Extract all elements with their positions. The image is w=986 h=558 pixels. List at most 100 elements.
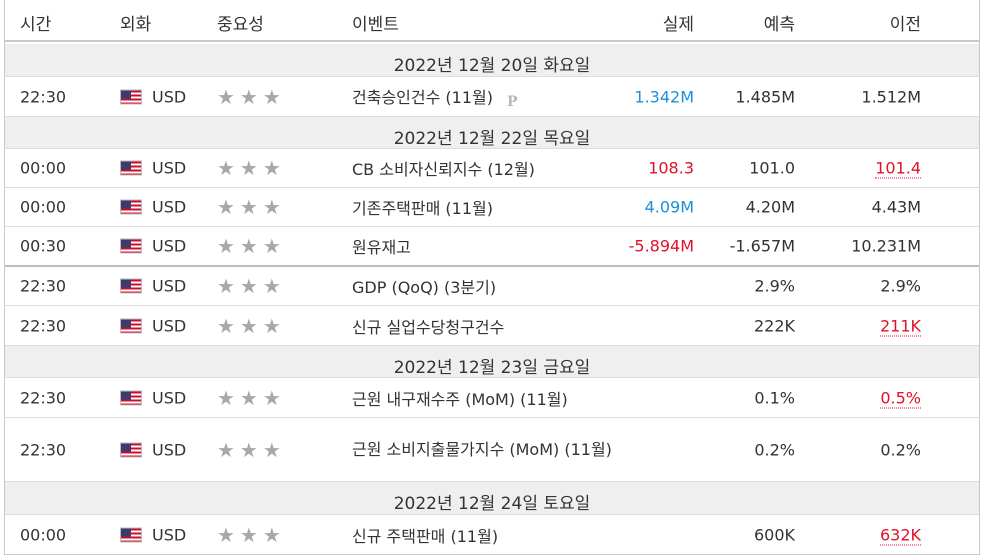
currency-code: USD	[152, 276, 187, 296]
event-time: 22:30	[20, 440, 67, 459]
date-label: 2022년 12월 24일 토요일	[393, 494, 591, 514]
event-name[interactable]: CB 소비자신뢰지수 (12월)	[352, 156, 535, 180]
us-flag-icon	[120, 89, 142, 104]
previous-revised-value: 101.4	[875, 158, 921, 179]
currency: USD	[120, 440, 186, 459]
forecast-value: 4.20M	[745, 197, 795, 217]
economic-calendar-table: 시간 외화 중요성 이벤트 실제 예측 이전 2022년 12월 20일 화요일…	[4, 0, 980, 555]
previous-revised-value: 632K	[879, 525, 921, 545]
event-name[interactable]: 건축승인건수 (11월) P	[352, 84, 518, 110]
event-time: 00:00	[20, 197, 67, 217]
currency: USD	[120, 159, 186, 178]
importance-stars-icon: ★★★	[217, 84, 286, 109]
us-flag-icon	[120, 318, 142, 333]
forecast-value: -1.657M	[729, 236, 795, 256]
importance-stars-icon: ★★★	[217, 313, 286, 338]
table-row[interactable]: 22:30 USD ★★★ 근원 소비지출물가지수 (MoM) (11월) 0.…	[5, 418, 979, 482]
us-flag-icon	[120, 442, 142, 457]
header-event[interactable]: 이벤트	[352, 10, 399, 35]
table-row[interactable]: 22:30 USD ★★★ 근원 내구재수주 (MoM) (11월) 0.1% …	[5, 378, 979, 418]
previous-value: 101.4	[875, 158, 921, 179]
event-time: 00:00	[20, 525, 67, 544]
us-flag-icon	[120, 390, 142, 405]
header-currency[interactable]: 외화	[120, 10, 151, 35]
event-time: 22:30	[20, 388, 67, 407]
us-flag-icon	[120, 199, 142, 215]
actual-value: 108.3	[648, 158, 694, 178]
event-time: 00:30	[20, 236, 67, 256]
table-row[interactable]: 00:30 USD ★★★ 원유재고 -5.894M -1.657M 10.23…	[5, 227, 979, 267]
actual-value: 4.09M	[644, 197, 694, 217]
forecast-value: 0.2%	[754, 440, 795, 459]
previous-revised-value: 0.5%	[880, 388, 921, 408]
importance-stars-icon: ★★★	[217, 195, 286, 219]
us-flag-icon	[120, 160, 142, 176]
importance-stars-icon: ★★★	[217, 385, 286, 410]
event-name[interactable]: 근원 소비지출물가지수 (MoM) (11월)	[352, 436, 612, 464]
event-name[interactable]: 원유재고	[352, 234, 411, 258]
importance-stars-icon: ★★★	[217, 437, 286, 462]
importance-stars-icon: ★★★	[217, 234, 286, 258]
currency: USD	[120, 388, 186, 407]
importance-stars-icon: ★★★	[217, 522, 286, 547]
table-row[interactable]: 22:30 USD ★★★ GDP (QoQ) (3분기) 2.9% 2.9%	[5, 267, 979, 306]
currency-code: USD	[152, 158, 187, 178]
forecast-value: 0.1%	[754, 388, 795, 407]
previous-value: 632K	[879, 525, 921, 545]
event-name[interactable]: 신규 실업수당청구건수	[352, 314, 504, 338]
forecast-value: 1.485M	[735, 87, 795, 106]
currency-code: USD	[152, 388, 187, 407]
us-flag-icon	[120, 278, 142, 294]
event-name[interactable]: 근원 내구재수주 (MoM) (11월)	[352, 386, 568, 410]
header-importance[interactable]: 중요성	[217, 10, 264, 35]
date-label: 2022년 12월 23일 금요일	[393, 358, 591, 378]
actual-value: 1.342M	[634, 87, 694, 106]
currency: USD	[120, 316, 186, 335]
header-previous[interactable]: 이전	[890, 10, 921, 35]
previous-value: 1.512M	[861, 87, 921, 106]
forecast-value: 222K	[753, 316, 795, 335]
importance-stars-icon: ★★★	[217, 274, 286, 298]
currency-code: USD	[152, 236, 187, 256]
event-time: 00:00	[20, 158, 67, 178]
date-label: 2022년 12월 22일 목요일	[393, 129, 591, 149]
date-divider: 2022년 12월 20일 화요일	[5, 44, 979, 77]
event-name[interactable]: 신규 주택판매 (11월)	[352, 523, 498, 547]
table-row[interactable]: 00:00 USD ★★★ CB 소비자신뢰지수 (12월) 108.3 101…	[5, 149, 979, 188]
us-flag-icon	[120, 527, 142, 542]
header-actual[interactable]: 실제	[663, 10, 694, 35]
previous-value: 211K	[879, 316, 921, 336]
event-name[interactable]: 기존주택판매 (11월)	[352, 195, 493, 219]
currency-code: USD	[152, 525, 187, 544]
table-row[interactable]: 22:30 USD ★★★ 신규 실업수당청구건수 222K 211K	[5, 306, 979, 346]
previous-value: 10.231M	[851, 236, 921, 256]
event-time: 22:30	[20, 87, 67, 106]
forecast-value: 2.9%	[754, 276, 795, 296]
event-time: 22:30	[20, 276, 67, 296]
header-time[interactable]: 시간	[20, 10, 51, 35]
currency: USD	[120, 87, 186, 106]
table-row[interactable]: 22:30 USD ★★★ 건축승인건수 (11월) P 1.342M 1.485…	[5, 77, 979, 117]
date-label: 2022년 12월 20일 화요일	[393, 56, 591, 76]
preliminary-p-icon: P	[506, 93, 518, 110]
currency: USD	[120, 198, 186, 217]
event-name-text: 건축승인건수 (11월)	[352, 87, 493, 107]
previous-value: 0.5%	[880, 388, 921, 408]
us-flag-icon	[120, 238, 142, 254]
event-time: 22:30	[20, 316, 67, 335]
date-divider: 2022년 12월 23일 금요일	[5, 346, 979, 378]
table-header: 시간 외화 중요성 이벤트 실제 예측 이전	[5, 0, 979, 42]
table-row[interactable]: 00:00 USD ★★★ 기존주택판매 (11월) 4.09M 4.20M 4…	[5, 188, 979, 227]
date-divider: 2022년 12월 24일 토요일	[5, 482, 979, 515]
header-forecast[interactable]: 예측	[764, 10, 795, 35]
previous-value: 2.9%	[880, 276, 921, 296]
event-name[interactable]: GDP (QoQ) (3분기)	[352, 274, 496, 298]
currency: USD	[120, 277, 186, 296]
currency-code: USD	[152, 87, 187, 106]
currency-code: USD	[152, 440, 187, 459]
currency-code: USD	[152, 316, 187, 335]
actual-value: -5.894M	[628, 236, 694, 256]
table-row[interactable]: 00:00 USD ★★★ 신규 주택판매 (11월) 600K 632K	[5, 515, 979, 554]
currency-code: USD	[152, 197, 187, 217]
importance-stars-icon: ★★★	[217, 156, 286, 180]
